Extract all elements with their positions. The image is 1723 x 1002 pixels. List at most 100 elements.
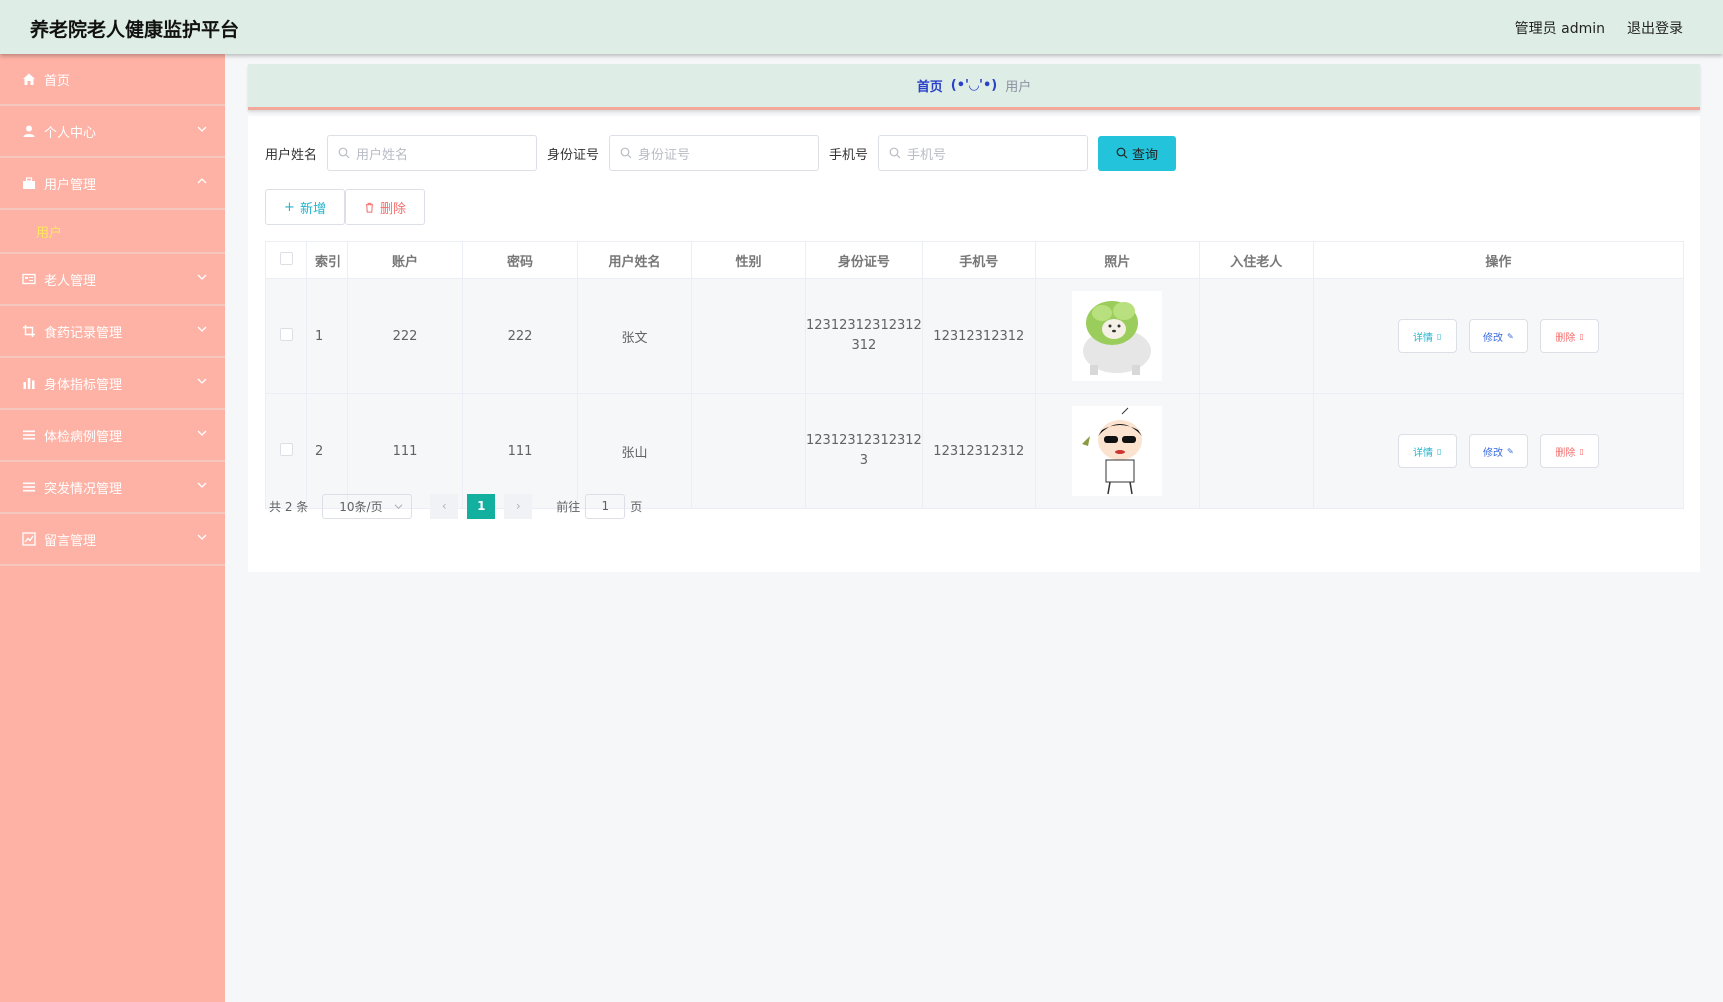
- goto-suffix: 页: [630, 499, 643, 514]
- index-cell: 1: [306, 278, 348, 394]
- page-size-value: 10条/页: [339, 499, 383, 514]
- account-cell: 111: [347, 393, 463, 509]
- goto-page-input[interactable]: 1: [585, 493, 626, 519]
- search-icon: [338, 147, 350, 159]
- idcard-icon: [22, 272, 36, 286]
- pagination: 共 2 条 10条/页 ‹ 1 › 前往 1 页: [269, 493, 642, 519]
- edit-button[interactable]: 修改 ✎: [1468, 319, 1528, 353]
- sidebar-item-checkup-cases[interactable]: 体检病例管理: [0, 410, 225, 462]
- sidebar-item-user-management[interactable]: 用户管理: [0, 158, 225, 210]
- batch-delete-button[interactable]: 删除: [345, 189, 425, 225]
- idcard-cell: 12312312312312 312: [805, 278, 923, 394]
- delete-button[interactable]: 删除 ▯: [1540, 319, 1600, 353]
- sidebar-item-label: 首页: [44, 73, 71, 89]
- goto-prefix: 前往: [556, 499, 581, 514]
- username-search-label: 用户姓名: [265, 147, 318, 163]
- sidebar-subitem-label: 用户: [36, 225, 63, 241]
- plus-icon: +: [284, 199, 295, 215]
- idcard-search-placeholder: 身份证号: [638, 147, 691, 163]
- search-icon: [889, 147, 901, 159]
- select-all-header: [265, 241, 307, 279]
- username-search-input[interactable]: 用户姓名: [327, 135, 538, 171]
- sidebar-item-label: 体检病例管理: [44, 429, 123, 445]
- bar-chart-icon: [22, 376, 36, 390]
- photo-cell: [1034, 393, 1200, 509]
- app-title: 养老院老人健康监护平台: [30, 19, 240, 41]
- idcard-line-2: 312: [851, 338, 877, 353]
- sidebar-item-home[interactable]: 首页: [0, 54, 225, 106]
- chevron-down-icon: [197, 378, 207, 384]
- delete-button[interactable]: 删除 ▯: [1540, 434, 1600, 468]
- pencil-icon: ✎: [1507, 331, 1514, 341]
- sidebar-item-label: 老人管理: [44, 273, 97, 289]
- photo-thumbnail[interactable]: [1072, 291, 1163, 381]
- table-header-row: 索引 账户 密码 用户姓名 性别 身份证号 手机号 照片 入住老人 操作: [265, 241, 1685, 279]
- sidebar-item-emergency-management[interactable]: 突发情况管理: [0, 462, 225, 514]
- photo-thumbnail[interactable]: [1072, 406, 1163, 496]
- name-cell: 张山: [577, 393, 692, 509]
- trash-icon: ▯: [1579, 446, 1584, 456]
- action-buttons: + 新增 删除: [265, 189, 425, 225]
- page-number-current[interactable]: 1: [467, 493, 496, 519]
- next-page-button[interactable]: ›: [504, 493, 533, 519]
- content-panel: 用户姓名 用户姓名 身份证号 身份证号 手机号 手机号 查询 + 新增 删除 索…: [248, 116, 1700, 572]
- sidebar-item-food-medicine-records[interactable]: 食药记录管理: [0, 306, 225, 358]
- idcard-line-1: 12312312312312: [806, 433, 922, 448]
- detail-button[interactable]: 详情 ▯: [1397, 434, 1457, 468]
- column-header: 入住老人: [1198, 241, 1314, 279]
- list-icon: [22, 428, 36, 442]
- sidebar-item-personal-center[interactable]: 个人中心: [0, 106, 225, 158]
- index-cell: 2: [306, 393, 348, 509]
- sidebar-item-label: 用户管理: [44, 177, 97, 193]
- column-header: 身份证号: [805, 241, 923, 279]
- row-select-cell: [265, 393, 307, 509]
- breadcrumb-home[interactable]: 首页: [917, 76, 943, 95]
- sidebar-item-label: 身体指标管理: [44, 377, 123, 393]
- sidebar-item-elder-management[interactable]: 老人管理: [0, 254, 225, 306]
- chevron-down-icon: [197, 326, 207, 332]
- operations-cell: 详情 ▯ 修改 ✎ 删除 ▯: [1312, 393, 1685, 509]
- row-checkbox[interactable]: [279, 327, 293, 341]
- add-button[interactable]: + 新增: [265, 189, 345, 225]
- query-button[interactable]: 查询: [1098, 135, 1177, 171]
- sidebar-item-message-management[interactable]: 留言管理: [0, 514, 225, 566]
- logout-link[interactable]: 退出登录: [1627, 18, 1683, 38]
- sidebar-item-label: 留言管理: [44, 533, 97, 549]
- sidebar-subitem-user[interactable]: 用户: [0, 210, 225, 254]
- detail-button-label: 详情: [1413, 447, 1434, 459]
- photo-cell: [1034, 278, 1200, 394]
- document-icon: ▯: [1437, 331, 1442, 341]
- idcard-search-label: 身份证号: [547, 147, 600, 163]
- phone-search-input[interactable]: 手机号: [878, 135, 1089, 171]
- edit-button[interactable]: 修改 ✎: [1468, 434, 1528, 468]
- username-search-placeholder: 用户姓名: [356, 147, 409, 163]
- idcard-search-input[interactable]: 身份证号: [609, 135, 820, 171]
- top-bar: 养老院老人健康监护平台 管理员 admin 退出登录: [0, 0, 1723, 54]
- gender-cell: [691, 393, 806, 509]
- sidebar-item-label: 个人中心: [44, 125, 97, 141]
- chevron-down-icon: [197, 430, 207, 436]
- edit-button-label: 修改: [1483, 447, 1504, 459]
- chevron-down-icon: [197, 534, 207, 540]
- user-icon: [22, 124, 36, 138]
- select-all-checkbox[interactable]: [279, 251, 293, 265]
- chevron-down-icon: [394, 503, 403, 509]
- operations-cell: 详情 ▯ 修改 ✎ 删除 ▯: [1312, 278, 1685, 394]
- row-checkbox[interactable]: [279, 442, 293, 456]
- admin-user-label: 管理员 admin: [1514, 21, 1605, 37]
- sidebar-item-body-indicators[interactable]: 身体指标管理: [0, 358, 225, 410]
- detail-button-label: 详情: [1413, 332, 1434, 344]
- page-size-select[interactable]: 10条/页: [322, 493, 413, 519]
- home-icon: [22, 72, 36, 86]
- user-table: 索引 账户 密码 用户姓名 性别 身份证号 手机号 照片 入住老人 操作 1 2…: [265, 241, 1685, 509]
- delete-button-label: 删除: [379, 201, 406, 217]
- prev-page-button[interactable]: ‹: [430, 493, 459, 519]
- detail-button[interactable]: 详情 ▯: [1397, 319, 1457, 353]
- delete-button-label: 删除: [1555, 447, 1576, 459]
- edit-button-label: 修改: [1483, 332, 1504, 344]
- gender-cell: [691, 278, 806, 394]
- idcard-line-2: 3: [859, 453, 869, 468]
- search-icon: [1116, 147, 1128, 159]
- phone-cell: 12312312312: [921, 393, 1036, 509]
- search-form: 用户姓名 用户姓名 身份证号 身份证号 手机号 手机号 查询: [265, 135, 1177, 171]
